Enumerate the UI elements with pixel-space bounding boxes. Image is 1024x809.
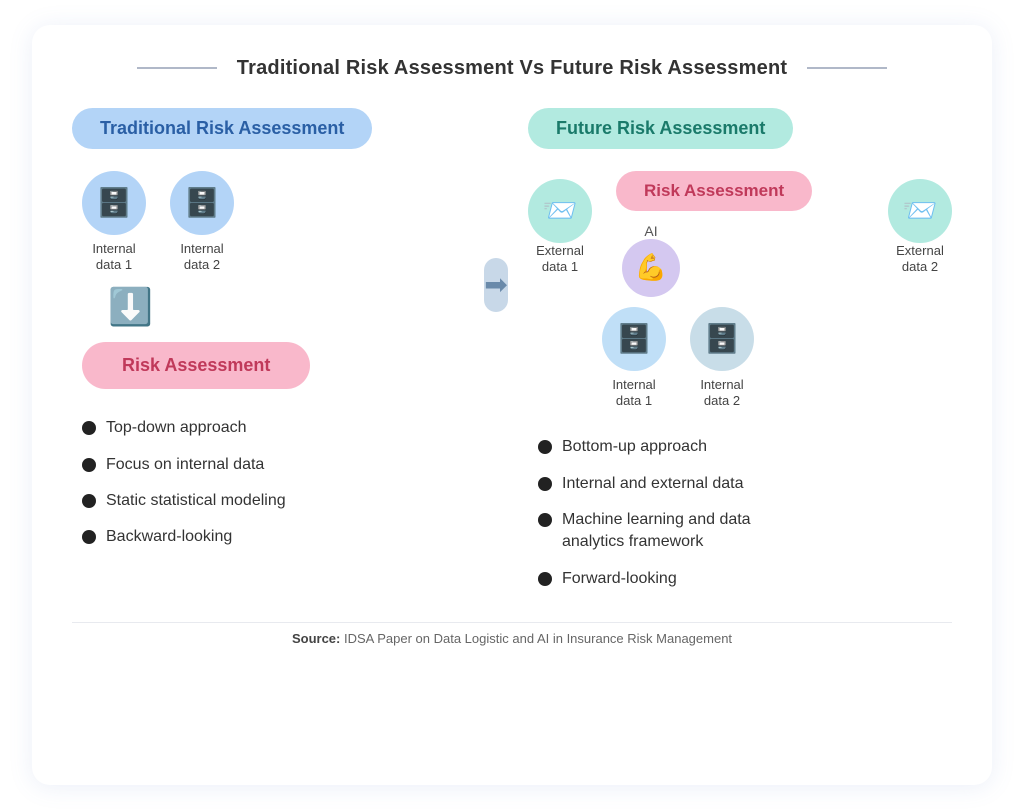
bullet-item: Backward-looking <box>82 526 286 548</box>
bullet-text: Top-down approach <box>106 417 247 439</box>
bullet-dot <box>538 477 552 491</box>
future-center-section: Risk Assessment AI 💪 🗄️ Internaldata <box>602 171 878 411</box>
main-title: Traditional Risk Assessment Vs Future Ri… <box>72 57 952 80</box>
bullet-text: Machine learning and dataanalytics frame… <box>562 509 751 554</box>
internal-data-2-icon: 🗄️ <box>170 171 234 235</box>
traditional-section-badge: Traditional Risk Assessment <box>72 108 372 149</box>
bullet-item: Internal and external data <box>538 473 751 495</box>
future-label: Future Risk Assessment <box>556 118 765 138</box>
external-data-1-label: Externaldata 1 <box>536 243 584 277</box>
traditional-internal-data-2: 🗄️ Internaldata 2 <box>170 171 234 275</box>
future-section-badge: Future Risk Assessment <box>528 108 793 149</box>
future-internal-data-1-label: Internaldata 1 <box>612 377 655 411</box>
future-diagram-layout: 📨 Externaldata 1 Risk Assessment AI 💪 <box>528 171 952 411</box>
bullet-text: Focus on internal data <box>106 454 264 476</box>
traditional-data-icons: 🗄️ Internaldata 1 🗄️ Internaldata 2 <box>82 171 234 275</box>
bullet-item: Forward-looking <box>538 568 751 590</box>
internal-data-1-icon: 🗄️ <box>82 171 146 235</box>
bullet-item: Static statistical modeling <box>82 490 286 512</box>
bullet-dot <box>82 494 96 508</box>
future-internal-data-row: 🗄️ Internaldata 1 🗄️ Internaldata 2 <box>602 307 754 411</box>
bullet-dot <box>538 572 552 586</box>
columns-layout: Traditional Risk Assessment 🗄️ Internald… <box>72 108 952 605</box>
future-internal-data-2: 🗄️ Internaldata 2 <box>690 307 754 411</box>
future-internal-data-2-label: Internaldata 2 <box>700 377 743 411</box>
future-internal-data-1-icon: 🗄️ <box>602 307 666 371</box>
bullet-text: Internal and external data <box>562 473 743 495</box>
future-external-data-1: 📨 Externaldata 1 <box>528 179 592 277</box>
bullet-item: Machine learning and dataanalytics frame… <box>538 509 751 554</box>
future-internal-data-2-icon: 🗄️ <box>690 307 754 371</box>
main-title-text: Traditional Risk Assessment Vs Future Ri… <box>237 57 787 79</box>
external-data-1-icon: 📨 <box>528 179 592 243</box>
bullet-dot <box>538 513 552 527</box>
bullet-dot <box>82 421 96 435</box>
bullet-item: Bottom-up approach <box>538 436 751 458</box>
future-risk-badge: Risk Assessment <box>616 171 812 211</box>
main-card: Traditional Risk Assessment Vs Future Ri… <box>32 25 992 785</box>
future-risk-badge-label: Risk Assessment <box>644 181 784 200</box>
ai-label-wrap: AI 💪 <box>622 223 680 297</box>
ai-muscle-icon: 💪 <box>622 239 680 297</box>
traditional-internal-data-1: 🗄️ Internaldata 1 <box>82 171 146 275</box>
source-line: Source: IDSA Paper on Data Logistic and … <box>72 622 952 646</box>
bullet-dot <box>538 440 552 454</box>
source-label: Source: <box>292 631 340 646</box>
bullet-dot <box>82 458 96 472</box>
traditional-label: Traditional Risk Assessment <box>100 118 344 138</box>
bullet-text: Forward-looking <box>562 568 677 590</box>
external-data-2-icon: 📨 <box>888 179 952 243</box>
traditional-bullet-list: Top-down approach Focus on internal data… <box>82 417 286 563</box>
source-text: IDSA Paper on Data Logistic and AI in In… <box>344 631 732 646</box>
internal-data-1-label: Internaldata 1 <box>92 241 135 275</box>
bullet-text: Bottom-up approach <box>562 436 707 458</box>
left-column: Traditional Risk Assessment 🗄️ Internald… <box>72 108 496 605</box>
internal-data-2-label: Internaldata 2 <box>180 241 223 275</box>
bullet-dot <box>82 530 96 544</box>
bullet-text: Backward-looking <box>106 526 232 548</box>
future-bullet-list: Bottom-up approach Internal and external… <box>538 436 751 604</box>
bullet-text: Static statistical modeling <box>106 490 286 512</box>
bullet-item: Focus on internal data <box>82 454 286 476</box>
future-external-data-2: 📨 Externaldata 2 <box>888 179 952 277</box>
arrow-down-icon: ⬇️ <box>108 286 153 328</box>
future-internal-data-1: 🗄️ Internaldata 1 <box>602 307 666 411</box>
traditional-risk-badge: Risk Assessment <box>82 342 310 389</box>
bullet-item: Top-down approach <box>82 417 286 439</box>
ai-section: AI 💪 <box>622 223 680 297</box>
traditional-risk-badge-label: Risk Assessment <box>122 355 270 375</box>
right-column: Future Risk Assessment 📨 Externaldata 1 … <box>496 108 952 605</box>
ai-label: AI <box>622 223 680 239</box>
external-data-2-label: Externaldata 2 <box>896 243 944 277</box>
